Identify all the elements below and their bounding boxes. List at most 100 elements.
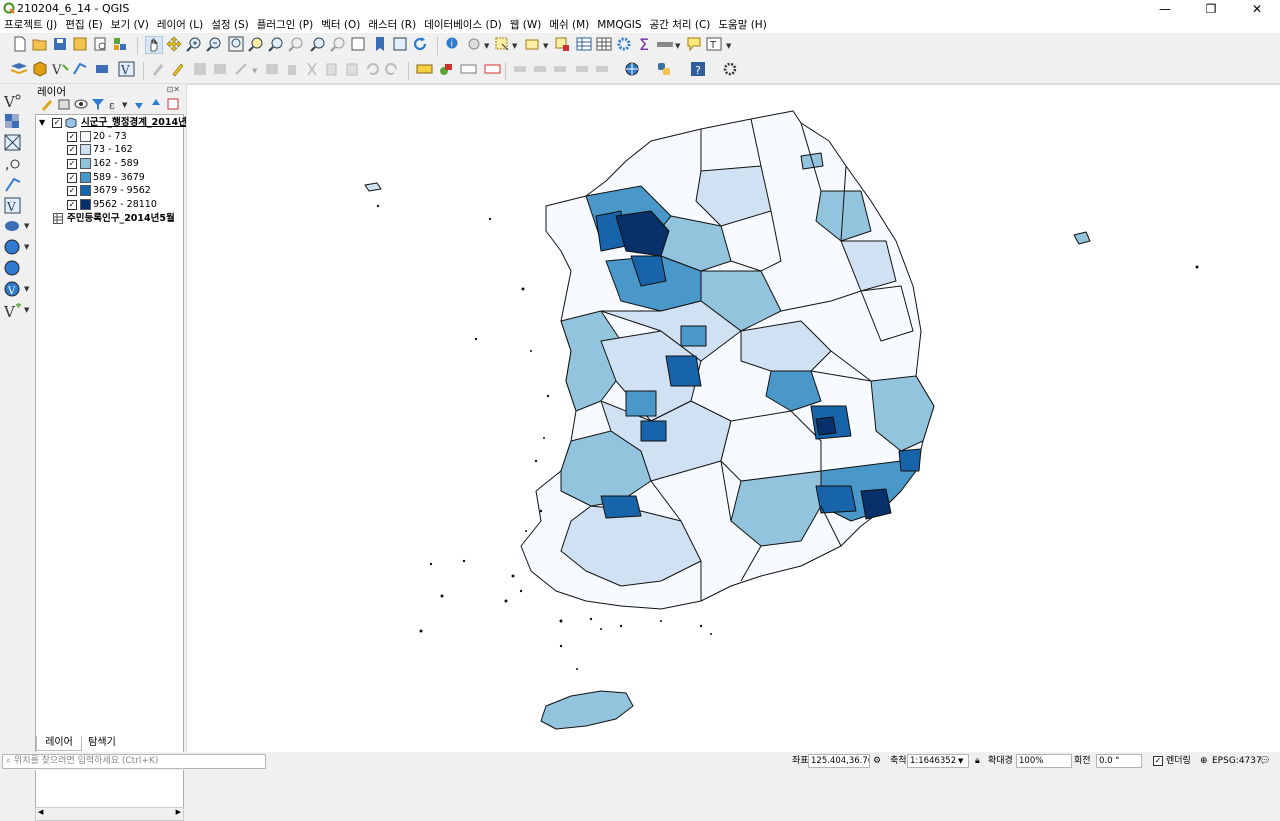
print-layout-icon[interactable]: [92, 36, 110, 54]
data-source-manager-icon[interactable]: [10, 61, 28, 79]
add-spatialite-icon[interactable]: [4, 176, 22, 194]
save-project-icon[interactable]: [52, 36, 70, 54]
pan-to-selection-icon[interactable]: [166, 36, 184, 54]
legend-item[interactable]: ✓ 162 - 589: [36, 157, 182, 170]
add-mesh-layer-icon[interactable]: [4, 134, 22, 152]
toggle-editing-icon[interactable]: [170, 61, 188, 79]
remove-layer-icon[interactable]: [166, 97, 184, 115]
menu-database[interactable]: 데이터베이스 (D): [420, 18, 506, 33]
zoom-in-icon[interactable]: [186, 36, 204, 54]
new-spatialite-icon[interactable]: [72, 61, 90, 79]
save-edits-icon[interactable]: [192, 61, 210, 79]
rotate-label-icon[interactable]: [532, 61, 550, 79]
menu-vector[interactable]: 벡터 (O): [317, 18, 364, 33]
delete-selected-icon[interactable]: [284, 61, 302, 79]
text-annotation-icon[interactable]: T: [706, 36, 724, 54]
tab-layers[interactable]: 레이어: [36, 736, 82, 751]
scroll-right-icon[interactable]: ▶: [176, 808, 181, 816]
measure-line-icon[interactable]: [656, 36, 674, 54]
menu-project[interactable]: 프로젝트 (J): [0, 18, 61, 33]
menu-help[interactable]: 도움말 (H): [714, 18, 770, 33]
menu-layer[interactable]: 레이어 (L): [153, 18, 207, 33]
zoom-next-icon[interactable]: [330, 36, 348, 54]
lock-scale-icon[interactable]: 🔒︎: [975, 755, 980, 767]
menu-raster[interactable]: 래스터 (R): [364, 18, 420, 33]
add-postgis-icon[interactable]: [4, 218, 22, 236]
zoom-to-selection-icon[interactable]: [248, 36, 266, 54]
add-feature-icon[interactable]: [212, 61, 230, 79]
layer-item-boundary[interactable]: ▼ ✓ 시군구_행정경계_2014년: [36, 116, 187, 129]
legend-item[interactable]: ✓ 20 - 73: [36, 130, 182, 143]
legend-item[interactable]: ✓ 9562 - 28110: [36, 198, 182, 211]
layer-item-population-table[interactable]: 주민등록인구_2014년5월: [36, 212, 182, 225]
legend-item[interactable]: ✓ 73 - 162: [36, 143, 182, 156]
menu-processing[interactable]: 공간 처리 (C): [646, 18, 715, 33]
help-contents-icon[interactable]: ?: [690, 61, 708, 79]
move-label-icon[interactable]: [512, 61, 530, 79]
style-panel-icon[interactable]: [40, 97, 58, 115]
toggle-extents-icon[interactable]: ⚙: [873, 755, 881, 767]
new-virtual-layer-icon[interactable]: V: [118, 61, 136, 79]
collapse-all-icon[interactable]: [149, 97, 167, 115]
legend-checkbox[interactable]: ✓: [67, 159, 77, 169]
highlight-labels-icon[interactable]: [484, 61, 502, 79]
manage-themes-icon[interactable]: [74, 97, 92, 115]
open-project-icon[interactable]: [32, 36, 50, 54]
legend-checkbox[interactable]: ✓: [67, 200, 77, 210]
new-memory-layer-icon[interactable]: [94, 61, 112, 79]
menu-plugins[interactable]: 플러그인 (P): [253, 18, 318, 33]
deselect-all-icon[interactable]: [554, 36, 572, 54]
paste-features-icon[interactable]: [344, 61, 362, 79]
show-hide-labels-icon[interactable]: [574, 61, 592, 79]
legend-checkbox[interactable]: ✓: [67, 173, 77, 183]
legend-item[interactable]: ✓ 3679 - 9562: [36, 184, 182, 197]
legend-checkbox[interactable]: ✓: [67, 132, 77, 142]
messages-icon[interactable]: 💬︎: [1259, 755, 1270, 767]
menu-mesh[interactable]: 메쉬 (M): [545, 18, 593, 33]
map-tips-icon[interactable]: [466, 36, 484, 54]
add-group-icon[interactable]: [57, 97, 75, 115]
cut-features-icon[interactable]: [304, 61, 322, 79]
locator-search-input[interactable]: ⌕ 위치를 찾으려면 입력하세요 (Ctrl+K): [2, 754, 266, 769]
close-button[interactable]: ✕: [1234, 0, 1280, 18]
menu-settings[interactable]: 설정 (S): [207, 18, 253, 33]
legend-checkbox[interactable]: ✓: [67, 145, 77, 155]
add-wfs-layer-icon[interactable]: [4, 260, 22, 278]
vertex-tool-icon[interactable]: [234, 61, 252, 79]
legend-checkbox[interactable]: ✓: [67, 186, 77, 196]
crs-globe-icon[interactable]: ⊕: [1200, 755, 1208, 767]
new-map-view-icon[interactable]: [350, 36, 368, 54]
identify-features-icon[interactable]: i: [445, 36, 463, 54]
menu-web[interactable]: 웹 (W): [506, 18, 546, 33]
layer-visibility-checkbox[interactable]: ✓: [52, 118, 62, 128]
zoom-native-icon[interactable]: [288, 36, 306, 54]
rotation-field[interactable]: 0.0 °: [1096, 754, 1142, 768]
maximize-button[interactable]: ❐: [1188, 0, 1234, 18]
save-as-icon[interactable]: [72, 36, 90, 54]
minimize-button[interactable]: —: [1142, 0, 1188, 18]
magnifier-field[interactable]: 100%: [1016, 754, 1072, 768]
add-wms-layer-icon[interactable]: [4, 239, 22, 257]
expand-all-icon[interactable]: [132, 97, 150, 115]
pan-map-icon[interactable]: [145, 36, 163, 54]
new-bookmark-icon[interactable]: [372, 36, 390, 54]
horizontal-scrollbar[interactable]: ◀ ▶: [35, 807, 184, 821]
geocoding-globe-icon[interactable]: [624, 61, 642, 79]
menu-mmqgis[interactable]: MMQGIS: [593, 18, 645, 33]
new-project-icon[interactable]: [12, 36, 30, 54]
legend-item[interactable]: ✓ 589 - 3679: [36, 171, 182, 184]
zoom-full-icon[interactable]: [228, 36, 246, 54]
menu-view[interactable]: 보기 (V): [107, 18, 153, 33]
style-manager-icon[interactable]: [112, 36, 130, 54]
copy-features-icon[interactable]: [324, 61, 342, 79]
collapse-arrow-icon[interactable]: ▼: [39, 116, 45, 129]
tab-browser[interactable]: 탐색기: [82, 736, 122, 750]
processing-toolbox-icon[interactable]: [616, 36, 634, 54]
new-vector-layer-icon[interactable]: V: [4, 302, 22, 320]
field-calculator-icon[interactable]: [596, 36, 614, 54]
add-virtual-layer-icon[interactable]: V: [4, 197, 22, 215]
current-edits-icon[interactable]: [150, 61, 168, 79]
korea-choropleth-map[interactable]: [187, 85, 1280, 752]
select-by-value-icon[interactable]: [524, 36, 542, 54]
crs-label[interactable]: EPSG:4737: [1212, 755, 1262, 767]
